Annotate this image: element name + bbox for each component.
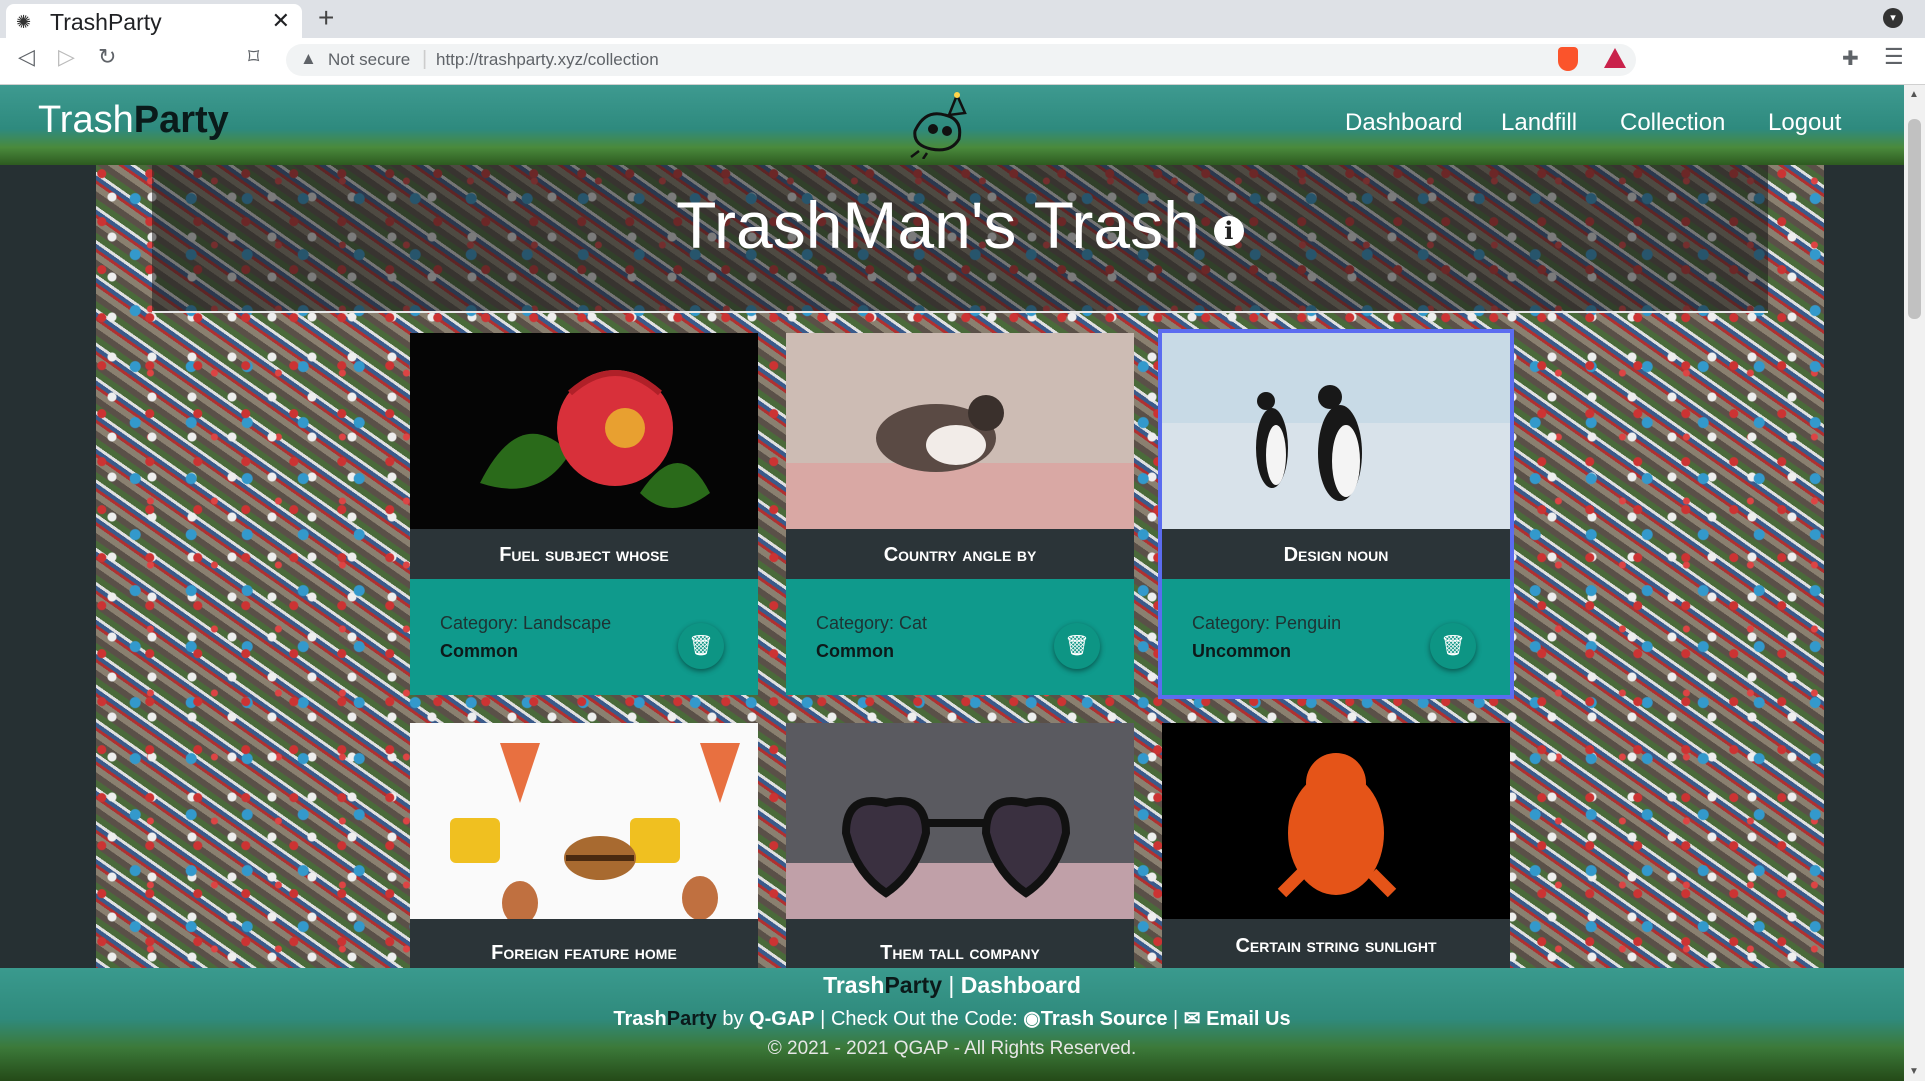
page-title: TrashMan's Trash i: [152, 187, 1768, 263]
brave-rewards-icon[interactable]: [1604, 48, 1626, 68]
card-title: Foreign feature home: [410, 933, 758, 973]
checkout-label: Check Out the Code:: [830, 1008, 1018, 1030]
scrollbar-thumb[interactable]: [1908, 119, 1921, 319]
card-image-art: [786, 333, 1134, 529]
browser-menu-icon[interactable]: ☰: [1884, 44, 1904, 70]
browser-toolbar: ◁ ▷ ↻ ⌑ ▲ Not secure | http://trashparty…: [0, 38, 1925, 85]
trash-source-link[interactable]: Trash Source: [1041, 1008, 1168, 1030]
credits-divider: |: [820, 1008, 826, 1030]
web-page: TrashParty Dashboard Landfill Collection…: [0, 85, 1904, 1081]
footer-dashboard-link[interactable]: Dashboard: [961, 972, 1081, 998]
card-image-art: [786, 723, 1134, 919]
scroll-down-icon[interactable]: ▼: [1909, 1066, 1919, 1077]
card-image: [786, 333, 1134, 529]
credits-by: by: [722, 1008, 744, 1030]
footer-nav: TrashParty | Dashboard: [0, 972, 1904, 999]
card-title: Them tall company: [786, 933, 1134, 973]
author-link[interactable]: Q-GAP: [749, 1008, 815, 1030]
card-title: Design noun: [1162, 529, 1510, 579]
address-bar[interactable]: ▲ Not secure | http://trashparty.xyz/col…: [286, 44, 1636, 76]
card-rarity: Uncommon: [1192, 641, 1291, 661]
url-text[interactable]: http://trashparty.xyz/collection: [436, 50, 659, 70]
trash-can-icon: 🗑: [1440, 635, 1466, 657]
nav-collection[interactable]: Collection: [1620, 109, 1725, 137]
card-title: Certain string sunlight: [1162, 919, 1510, 973]
footer-divider: |: [948, 972, 955, 998]
card-image-art: [480, 370, 710, 508]
card-image-art: [450, 743, 740, 919]
card-image-art: [1277, 753, 1397, 898]
nav-logout[interactable]: Logout: [1768, 109, 1841, 137]
github-icon: ◉: [1023, 1008, 1041, 1030]
email-us-link[interactable]: Email Us: [1206, 1008, 1290, 1030]
back-icon[interactable]: ◁: [18, 44, 35, 70]
brand-light: Trash: [38, 99, 134, 141]
credits-divider: |: [1173, 1008, 1179, 1030]
brand-bold: Party: [133, 99, 229, 141]
nav-dashboard[interactable]: Dashboard: [1345, 109, 1462, 137]
trash-card[interactable]: Design noun Category: Penguin Uncommon 🗑: [1158, 329, 1514, 699]
collection-header: TrashMan's Trash i: [152, 165, 1768, 313]
credits-brand-light: Trash: [613, 1008, 667, 1030]
card-image: [1162, 723, 1510, 919]
browser-tab[interactable]: ✺ TrashParty ✕: [6, 4, 302, 38]
card-category: Category: Landscape: [440, 613, 612, 633]
copyright: © 2021 - 2021 QGAP - All Rights Reserved…: [767, 1038, 1137, 1059]
nav-landfill[interactable]: Landfill: [1501, 109, 1577, 137]
card-image: [410, 333, 758, 529]
card-rarity: Common: [816, 641, 894, 661]
delete-trash-button[interactable]: 🗑: [678, 623, 724, 669]
close-tab-icon[interactable]: ✕: [272, 8, 290, 34]
site-brand[interactable]: TrashParty: [38, 99, 229, 142]
page-title-text: TrashMan's Trash: [676, 188, 1200, 262]
card-image: [1162, 333, 1510, 529]
card-category: Category: Penguin: [1192, 613, 1342, 633]
delete-trash-button[interactable]: 🗑: [1054, 623, 1100, 669]
trash-card[interactable]: Fuel subject whose Category: Landscape C…: [410, 333, 758, 695]
site-footer: TrashParty | Dashboard TrashParty by Q-G…: [0, 968, 1904, 1081]
card-image: [786, 723, 1134, 919]
reload-icon[interactable]: ↻: [98, 44, 116, 70]
footer-credits: TrashParty by Q-GAP | Check Out the Code…: [0, 1006, 1904, 1031]
card-rarity: Common: [440, 641, 518, 661]
bookmark-icon[interactable]: ⌑: [248, 44, 259, 70]
forward-icon[interactable]: ▷: [58, 44, 75, 70]
card-details: Category: Penguin Uncommon 🗑: [1162, 579, 1510, 695]
site-navbar: TrashParty Dashboard Landfill Collection…: [0, 85, 1904, 165]
card-details: Category: Cat Common 🗑: [786, 579, 1134, 695]
landfill-background: TrashMan's Trash i Fuel subject whose Cat…: [96, 165, 1824, 1081]
credits-brand-bold: Party: [666, 1008, 717, 1030]
trash-card[interactable]: Country angle by Category: Cat Common 🗑: [786, 333, 1134, 695]
tab-search-icon[interactable]: ▾: [1883, 8, 1903, 28]
extensions-icon[interactable]: ✚: [1842, 46, 1859, 71]
trash-can-icon: 🗑: [688, 635, 714, 657]
delete-trash-button[interactable]: 🗑: [1430, 623, 1476, 669]
footer-brand-light[interactable]: Trash: [823, 972, 884, 998]
card-image-art: [1162, 333, 1510, 529]
card-title: Country angle by: [786, 529, 1134, 579]
site-favicon-icon: ✺: [16, 12, 32, 32]
card-title: Fuel subject whose: [410, 529, 758, 579]
scroll-up-icon[interactable]: ▲: [1909, 89, 1919, 100]
url-divider: |: [422, 48, 428, 70]
security-label: Not secure: [328, 50, 411, 69]
new-tab-icon[interactable]: +: [318, 2, 334, 34]
card-details: Category: Landscape Common 🗑: [410, 579, 758, 695]
tab-title: TrashParty: [50, 9, 162, 35]
warning-icon: ▲: [300, 49, 317, 68]
card-category: Category: Cat: [816, 613, 928, 633]
page-scrollbar[interactable]: ▲ ▼: [1904, 85, 1925, 1081]
trash-can-icon: 🗑: [1064, 635, 1090, 657]
brave-shield-icon[interactable]: [1558, 47, 1578, 71]
card-image: [410, 723, 758, 919]
party-raccoon-logo-icon: [910, 91, 967, 159]
footer-brand-bold[interactable]: Party: [884, 972, 942, 998]
envelope-icon: ✉: [1183, 1008, 1201, 1030]
info-icon[interactable]: i: [1213, 215, 1244, 246]
browser-tab-bar: ✺ TrashParty ✕ + ▾: [0, 0, 1925, 38]
